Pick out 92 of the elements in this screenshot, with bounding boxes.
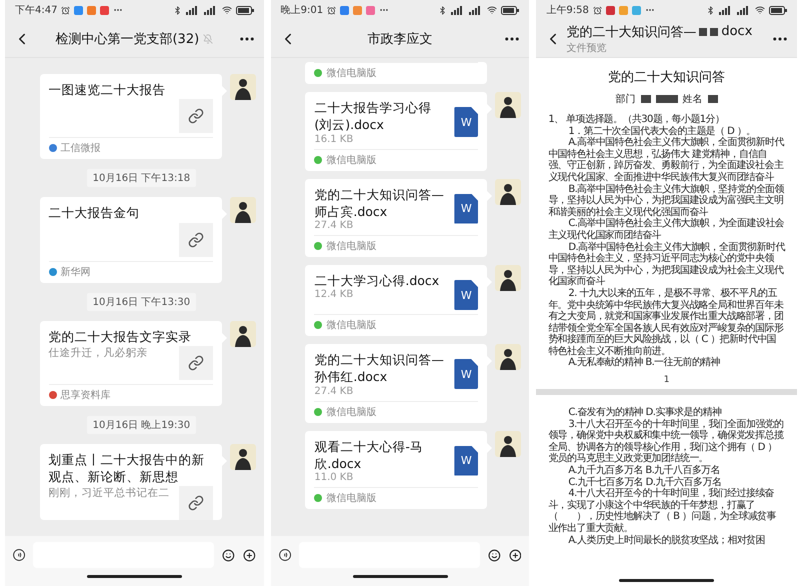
avatar[interactable]	[495, 344, 522, 370]
status-time: 下午4:47	[15, 4, 58, 17]
document-paragraph: 2. 十九大以来的五年，是极不寻常、极不平凡的五年。党中央统筹中华民族伟大复兴战略全局和世界百年未有之大变局，就党和国家事业发展作出重大战略部署，团结带领全党全军全国各族人民有效应对严峻复杂的国际形势和接踵而至的巨大风险挑战，以（ C ）把新时代中国特色社会主义不断推向前进。	[548, 288, 784, 357]
alarm-icon	[61, 6, 70, 14]
document-paragraph: C.高举中国特色社会主义伟大旗帜，为全面建设社会主义现代化国家而团结奋斗	[548, 218, 785, 242]
link-title: 一图速览二十大报告	[48, 81, 167, 98]
word-file-icon: W	[454, 359, 478, 389]
document-paragraph: 1．第二十次全国代表大会的主题是（ D ）。	[567, 126, 756, 137]
file-title: 党的二十大知识问答—	[566, 24, 696, 40]
redaction-mark	[656, 95, 678, 103]
chat-title: 市政李应文	[368, 30, 432, 48]
word-file-icon: W	[454, 280, 478, 310]
link-title: 党的二十大报告文字实录	[48, 328, 193, 345]
wifi-icon	[222, 5, 232, 15]
battery-icon	[501, 6, 520, 14]
source-name: 新华网	[60, 266, 91, 278]
document-paragraph: A.高举中国特色社会主义伟大旗帜，全面贯彻新时代中国特色社会主义思想，弘扬伟大 建党精神，自信自强、守正创新，踔厉奋发、勇毅前行，为全面建设社会主义现代化国家、全面推进中华民族伟大复兴而团结奋斗	[548, 137, 785, 184]
file-name: 二十大报告学习心得(刘云).docx	[314, 99, 432, 134]
signal-icon	[204, 6, 218, 14]
word-file-icon: W	[454, 446, 478, 476]
document-paragraph: 1、 单项选择题。（共30题，每小题1分）	[548, 114, 726, 126]
page-number: 1	[662, 375, 671, 386]
avatar[interactable]	[230, 74, 256, 100]
file-size: 27.4 KB	[314, 220, 354, 231]
link-description: 仕途升迁，凡必躬亲	[48, 346, 148, 359]
link-title: 划重点丨二十大报告中的新观点、新论断、新思想	[48, 450, 206, 486]
file-name: 党的二十大知识问答—孙伟红.docx	[314, 351, 445, 386]
document-paragraph: A.人类历史上时间最长的脱贫攻坚战；相对贫困	[567, 534, 766, 546]
document-paragraph: C.九千七百多万名 D.九千六百多万名	[567, 476, 722, 488]
link-title: 二十大报告金句	[48, 204, 141, 222]
alarm-icon	[592, 6, 602, 14]
signal-icon	[186, 6, 200, 14]
document-paragraph: D.高举中国特色社会主义伟大旗帜，全面贯彻新时代中国特色社会主义，坚持习近平同志为核心的党中央领导，坚持以人民为中心，为把我国建设成为社会主义现代化国家而奋斗	[548, 242, 785, 288]
wifi-icon	[755, 5, 765, 15]
avatar[interactable]	[495, 178, 522, 204]
source-name: 微信电脑版	[326, 154, 376, 166]
document-paragraph: 4.十八大召开至今的十年时间里，我们经过接续奋斗，实现了小康这个中华民族的千年梦想，打赢了（ ），历史性地解决了（ B ）问题，为全球减贫事业作出了重大贡献。	[548, 488, 777, 534]
file-size: 27.4 KB	[314, 386, 354, 396]
word-file-icon: W	[454, 194, 478, 224]
status-time: 上午9:58	[546, 4, 589, 17]
avatar[interactable]	[495, 430, 522, 456]
source-name: 微信电脑版	[326, 492, 376, 505]
avatar[interactable]	[230, 197, 256, 224]
file-size: 11.0 KB	[314, 472, 354, 483]
link-icon	[188, 354, 204, 371]
link-icon	[188, 108, 204, 124]
preview-subtitle: 文件预览	[566, 42, 608, 54]
timestamp: 10月16日 下午13:30	[86, 292, 196, 310]
signal-icon	[719, 6, 733, 14]
avatar[interactable]	[495, 92, 522, 118]
alarm-icon	[327, 6, 336, 14]
source-name: 微信电脑版	[326, 240, 376, 253]
wifi-icon	[487, 5, 498, 15]
doc-label: 姓名	[682, 93, 703, 106]
word-file-icon: W	[454, 107, 478, 137]
file-name: 二十大学习心得.docx	[314, 272, 440, 290]
file-size: 12.4 KB	[314, 289, 354, 300]
status-time: 晚上9:01	[280, 4, 324, 17]
redaction-mark	[640, 95, 651, 103]
source-name: 工信微报	[60, 142, 101, 156]
redaction-mark	[708, 95, 718, 103]
document-paragraph: C.奋发有为的精神 D.实事求是的精神	[567, 407, 722, 418]
document-title: 党的二十大知识问答	[607, 69, 726, 86]
file-title: docx	[721, 24, 752, 39]
file-size: 16.1 KB	[314, 134, 354, 144]
document-paragraph: 3.十八大召开至今的十年时间里，我们全面加强党的领导，确保党中央权威和集中统一领导，确保党发挥总揽全局、协调各方的领导核心作用，我们这个拥有（ D ）党员的马克思主义政党更加团结统一。	[548, 418, 785, 464]
doc-label: 部门	[616, 92, 636, 106]
avatar[interactable]	[230, 444, 256, 470]
link-icon	[188, 232, 204, 248]
source-name: 微信电脑版	[326, 406, 376, 418]
battery-icon	[236, 6, 254, 14]
timestamp: 10月16日 晚上19:30	[86, 416, 196, 434]
battery-icon	[769, 6, 787, 14]
signal-icon	[737, 6, 751, 14]
bluetooth-icon	[172, 6, 182, 14]
bluetooth-icon	[438, 6, 448, 14]
source-name: 微信电脑版	[326, 318, 376, 332]
file-card[interactable]: 微信电脑版	[305, 62, 488, 84]
avatar[interactable]	[495, 265, 522, 291]
source-name: 微信电脑版	[326, 66, 376, 80]
link-description: 刚刚，习近平总书记在二	[48, 487, 170, 500]
chat-title: 检测中心第一党支部(32)	[55, 30, 200, 48]
document-paragraph: A.九千九百多万名 B.九千八百多万名	[567, 465, 722, 476]
bluetooth-icon	[706, 6, 715, 14]
link-icon	[188, 495, 204, 512]
avatar[interactable]	[230, 320, 256, 346]
source-name: 思享资料库	[60, 388, 111, 402]
file-name: 党的二十大知识问答—师占宾.docx	[314, 186, 445, 220]
file-name: 观看二十大心得-马欣.docx	[314, 438, 424, 472]
timestamp: 10月16日 下午13:18	[86, 169, 196, 188]
document-paragraph: A.无私奉献的精神 B.一往无前的精神	[567, 357, 722, 370]
document-paragraph: B.高举中国特色社会主义伟大旗帜，坚持党的全面领导，坚持以人民为中心，为把我国建设成为富强民主文明和谐美丽的社会主义现代化强国而奋斗	[548, 184, 785, 218]
